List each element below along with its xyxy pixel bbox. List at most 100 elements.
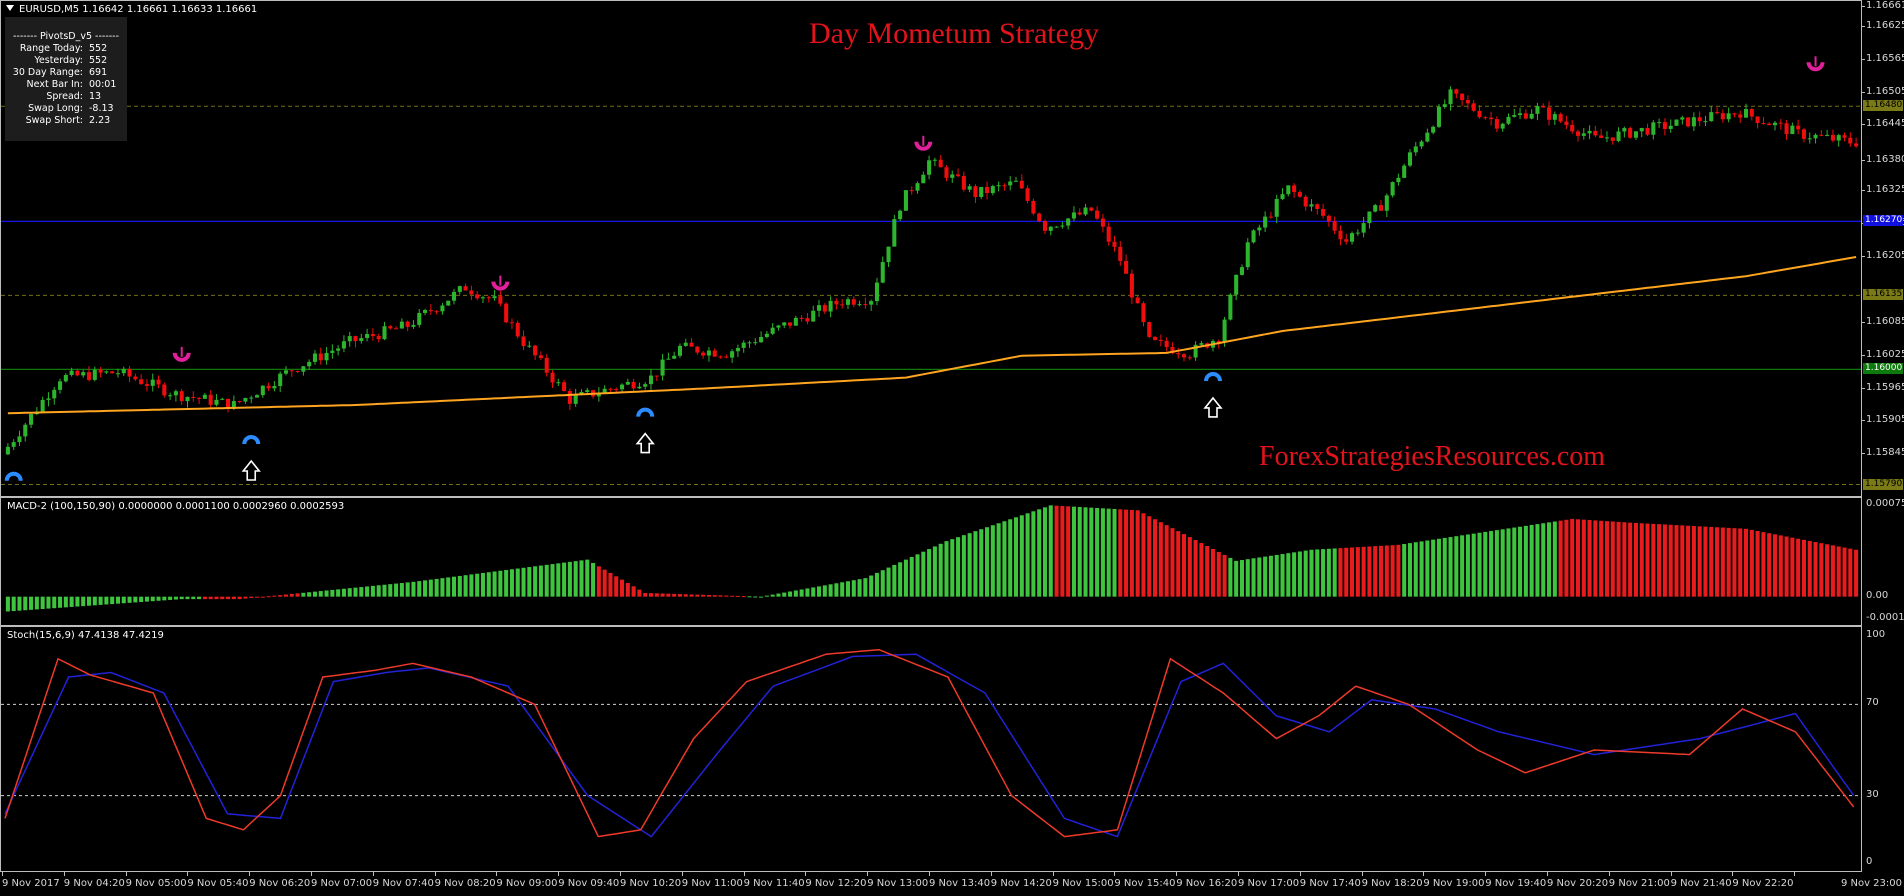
candle: [23, 422, 28, 442]
candle: [1842, 132, 1847, 142]
candle: [1610, 137, 1615, 145]
buy-signal-icon: [1204, 371, 1222, 382]
macd-bar: [150, 596, 155, 602]
time-axis-label: 9 Nov 21:00: [1608, 878, 1670, 889]
macd-bar: [1042, 507, 1048, 597]
candle: [312, 350, 317, 365]
candle: [759, 331, 764, 343]
macd-bar: [927, 549, 932, 597]
macd-bar: [1575, 519, 1581, 597]
macd-bar: [1686, 525, 1691, 597]
macd-bar: [648, 593, 654, 597]
macd-bar: [1616, 521, 1621, 597]
candle: [788, 322, 793, 329]
macd-bar: [185, 596, 190, 600]
candle: [1657, 118, 1662, 128]
macd-bar: [1749, 529, 1754, 597]
macd-bar: [1460, 535, 1465, 597]
macd-bar: [1807, 540, 1812, 597]
time-axis-tick: [1299, 872, 1301, 876]
price-axis-label: 1.16565: [1866, 52, 1904, 64]
candle: [509, 318, 514, 330]
macd-panel[interactable]: MACD-2 (100,150,90) 0.0000000 0.0001100 …: [0, 497, 1862, 626]
candle: [498, 290, 503, 307]
candle: [1732, 112, 1737, 118]
pivots-row-key: Swap Short:: [25, 115, 83, 126]
price-chart-panel[interactable]: EURUSD,M5 1.16642 1.16661 1.16633 1.1666…: [0, 0, 1862, 497]
macd-bar: [1703, 526, 1708, 597]
stochastic-panel[interactable]: Stoch(15,6,9) 47.4138 47.4219: [0, 626, 1862, 872]
time-axis-tick: [311, 872, 312, 876]
candle: [1013, 176, 1019, 182]
candle: [440, 302, 445, 315]
macd-bar: [1541, 523, 1546, 597]
macd-bar: [851, 580, 856, 597]
macd-bar: [1761, 532, 1766, 597]
macd-bar: [5, 596, 10, 612]
candle: [643, 382, 648, 390]
price-axis-label: 1.15965: [1866, 381, 1904, 393]
macd-axis-label: 0.00: [1866, 589, 1889, 601]
candle: [376, 333, 381, 343]
macd-bar: [1796, 538, 1801, 597]
pivots-row-value: 691: [89, 67, 108, 78]
macd-bar: [1077, 506, 1082, 597]
macd-bar: [1083, 507, 1088, 597]
candle: [1570, 120, 1575, 134]
candle: [654, 375, 659, 382]
collapse-triangle-icon[interactable]: [6, 5, 14, 11]
candle: [764, 331, 769, 339]
time-axis-label: 9 Nov 15:40: [1114, 878, 1176, 889]
candle: [1292, 183, 1297, 198]
candle: [1767, 122, 1772, 126]
candle: [1158, 334, 1163, 347]
candle: [782, 321, 787, 329]
pivots-row-value: 2.23: [89, 115, 111, 126]
candle: [556, 378, 561, 386]
candle: [1071, 206, 1076, 222]
time-axis: 9 Nov 2017 9 Nov 04:20 9 Nov 05:00 9 Nov 05…: [0, 872, 1904, 896]
macd-bar: [521, 567, 526, 597]
time-axis-tick: [558, 872, 560, 876]
macd-bar: [1668, 524, 1673, 597]
candle: [359, 333, 364, 344]
time-axis-tick: [867, 872, 869, 876]
pivots-row: Spread: 13: [5, 91, 127, 103]
macd-bar: [1135, 510, 1140, 597]
macd-bar: [1657, 524, 1662, 597]
price-axis-tick: [1862, 91, 1865, 93]
macd-bar: [202, 596, 207, 600]
macd-bar: [979, 529, 984, 597]
candle: [1245, 238, 1250, 270]
macd-axis: 0.000759 0.00 -0.000181: [1862, 497, 1904, 626]
macd-bar: [1141, 513, 1146, 597]
macd-bar: [370, 585, 375, 597]
candle: [1286, 185, 1291, 197]
candle: [950, 170, 955, 183]
macd-bar: [869, 575, 874, 597]
macd-bar: [1187, 537, 1192, 597]
macd-bar: [1489, 531, 1494, 597]
candle: [382, 321, 387, 341]
time-axis-label: 9 Nov 19:40: [1485, 878, 1547, 889]
macd-bar: [1338, 548, 1343, 597]
macd-bar: [1558, 520, 1563, 597]
time-axis-tick: [1423, 872, 1425, 876]
candle: [1413, 141, 1418, 156]
price-axis-tick: [1862, 124, 1865, 126]
candle: [1836, 133, 1841, 147]
up-arrow-icon: [241, 459, 261, 481]
candle: [1124, 254, 1129, 274]
macd-bar: [1767, 533, 1772, 597]
stoch-signal-line: [4, 653, 1855, 838]
candle: [1436, 104, 1441, 128]
candle: [1575, 129, 1581, 142]
macd-bar: [654, 593, 659, 597]
macd-bar: [932, 546, 937, 597]
candle: [1604, 131, 1609, 143]
price-chart[interactable]: [1, 1, 1861, 496]
price-axis-tick: [1862, 160, 1865, 162]
candle: [880, 256, 885, 284]
macd-bar: [359, 587, 364, 597]
macd-bar: [631, 586, 636, 597]
